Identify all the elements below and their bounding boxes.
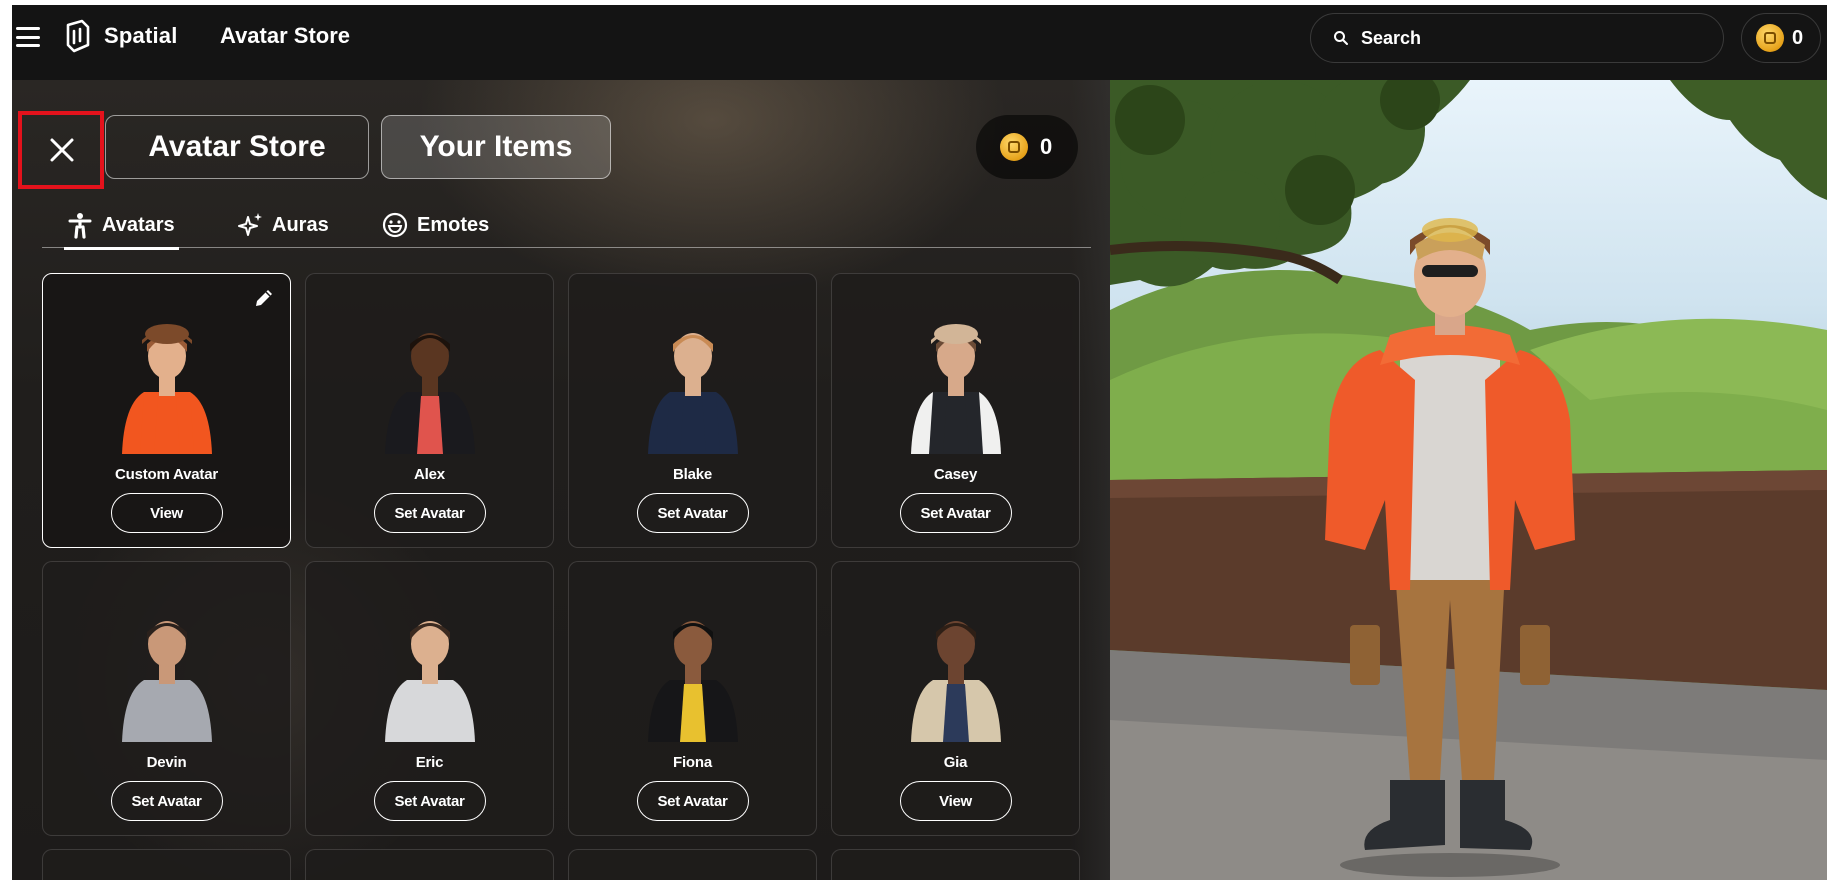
search-label: Search <box>1361 27 1422 48</box>
coin-balance-top[interactable]: 0 <box>1741 13 1821 63</box>
avatar-name: Blake <box>672 466 713 483</box>
avatar-name: Custom Avatar <box>115 466 218 483</box>
coin-count-panel: 0 <box>1040 134 1053 159</box>
page-title: Avatar Store <box>220 23 351 48</box>
avatar-name: Fiona <box>673 754 712 771</box>
avatar-store-tab-button[interactable]: Avatar Store <box>105 115 369 179</box>
category-tabs: Avatars Auras Emotes <box>42 202 1091 250</box>
app-window: Spatial Avatar Store Search 0 Avatar Sto… <box>12 5 1827 880</box>
close-icon <box>50 138 74 162</box>
avatar-thumbnail <box>910 324 1001 454</box>
avatar-card[interactable]: Alex Set Avatar <box>305 273 554 548</box>
avatar-thumbnail <box>647 333 738 454</box>
close-button[interactable] <box>26 118 98 182</box>
set-avatar-button[interactable]: Set Avatar <box>636 493 749 533</box>
set-avatar-button[interactable]: Set Avatar <box>636 781 749 821</box>
set-avatar-button[interactable]: Set Avatar <box>899 493 1012 533</box>
tab-auras-label: Auras <box>272 213 329 236</box>
coin-icon <box>1756 24 1784 52</box>
avatar-card[interactable]: Blake Set Avatar <box>568 273 817 548</box>
avatar-3d-preview[interactable] <box>1110 80 1827 880</box>
view-avatar-button[interactable]: View <box>110 493 223 533</box>
avatar-card-partial[interactable] <box>568 849 817 880</box>
avatar-thumbnail <box>647 621 738 742</box>
avatar-card[interactable]: Eric Set Avatar <box>305 561 554 836</box>
view-avatar-button[interactable]: View <box>899 781 1012 821</box>
tab-emotes-label: Emotes <box>417 213 490 236</box>
avatar-thumbnail <box>384 621 475 742</box>
top-navigation-bar: Spatial Avatar Store Search 0 <box>12 5 1827 80</box>
avatar-thumbnail <box>121 621 212 742</box>
avatar-name: Eric <box>415 754 444 771</box>
scene-illustration <box>1110 80 1827 880</box>
avatar-thumbnail <box>910 621 1001 742</box>
avatar-card-partial[interactable] <box>831 849 1080 880</box>
edit-pencil-icon[interactable] <box>252 286 276 310</box>
coin-icon <box>1000 133 1028 161</box>
avatar-card[interactable]: Casey Set Avatar <box>831 273 1080 548</box>
avatar-card[interactable]: Custom Avatar View <box>42 273 291 548</box>
set-avatar-button[interactable]: Set Avatar <box>110 781 223 821</box>
avatar-card[interactable]: Fiona Set Avatar <box>568 561 817 836</box>
tab-auras[interactable]: Auras <box>236 202 329 248</box>
avatar-card-partial[interactable] <box>42 849 291 880</box>
search-bar[interactable]: Search <box>1310 13 1724 63</box>
brand-name: Spatial <box>104 23 178 48</box>
avatar-card[interactable]: Devin Set Avatar <box>42 561 291 836</box>
menu-icon[interactable] <box>16 27 40 47</box>
spatial-logo[interactable]: Spatial <box>62 19 178 53</box>
avatar-store-panel: Avatar Store Your Items 0 Avatars Auras … <box>12 80 1110 880</box>
tab-emotes[interactable]: Emotes <box>381 202 489 248</box>
avatar-card-partial[interactable] <box>305 849 554 880</box>
avatar-thumbnail <box>121 324 212 454</box>
avatar-thumbnail <box>384 333 475 454</box>
set-avatar-button[interactable]: Set Avatar <box>373 781 486 821</box>
avatar-name: Gia <box>943 754 968 771</box>
avatar-name: Casey <box>933 466 978 483</box>
avatar-name: Devin <box>146 754 187 771</box>
coin-count-top: 0 <box>1792 26 1804 49</box>
search-icon <box>1334 31 1348 45</box>
tab-avatars[interactable]: Avatars <box>64 202 179 250</box>
smile-icon <box>382 212 408 238</box>
spatial-logo-icon <box>66 19 90 53</box>
coin-balance-panel[interactable]: 0 <box>976 115 1078 179</box>
set-avatar-button[interactable]: Set Avatar <box>373 493 486 533</box>
tab-avatars-label: Avatars <box>102 213 175 236</box>
sparkles-icon <box>238 213 262 236</box>
avatar-card[interactable]: Gia View <box>831 561 1080 836</box>
your-items-tab-button[interactable]: Your Items <box>381 115 611 179</box>
person-icon <box>68 213 92 239</box>
avatar-name: Alex <box>414 466 445 483</box>
